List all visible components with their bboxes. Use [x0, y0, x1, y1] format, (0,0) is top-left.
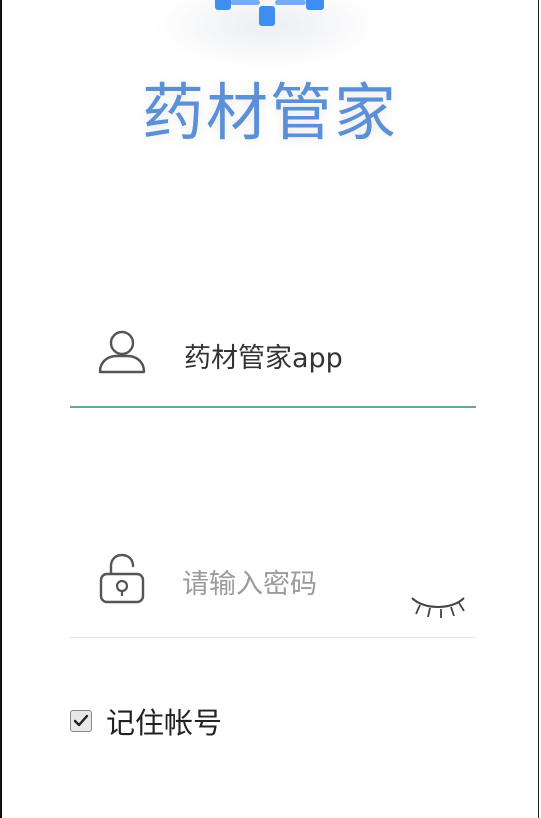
- app-title: 药材管家: [141, 76, 398, 149]
- lock-icon: [99, 553, 145, 604]
- password-input[interactable]: [182, 564, 402, 604]
- remember-account-toggle[interactable]: 记住帐号: [70, 700, 222, 742]
- username-underline: [70, 406, 476, 408]
- remember-account-label: 记住帐号: [106, 706, 223, 740]
- login-screen: 药材管家 药材管家app 记住帐号: [0, 0, 539, 818]
- app-logo-icon: [202, 0, 342, 34]
- user-icon: [98, 330, 146, 374]
- username-value: 药材管家app: [184, 343, 343, 374]
- password-field[interactable]: [70, 546, 476, 638]
- eye-closed-icon[interactable]: [408, 586, 468, 620]
- username-field[interactable]: 药材管家app: [70, 318, 476, 408]
- checkbox-checked-icon[interactable]: [70, 710, 92, 732]
- password-underline: [70, 637, 476, 638]
